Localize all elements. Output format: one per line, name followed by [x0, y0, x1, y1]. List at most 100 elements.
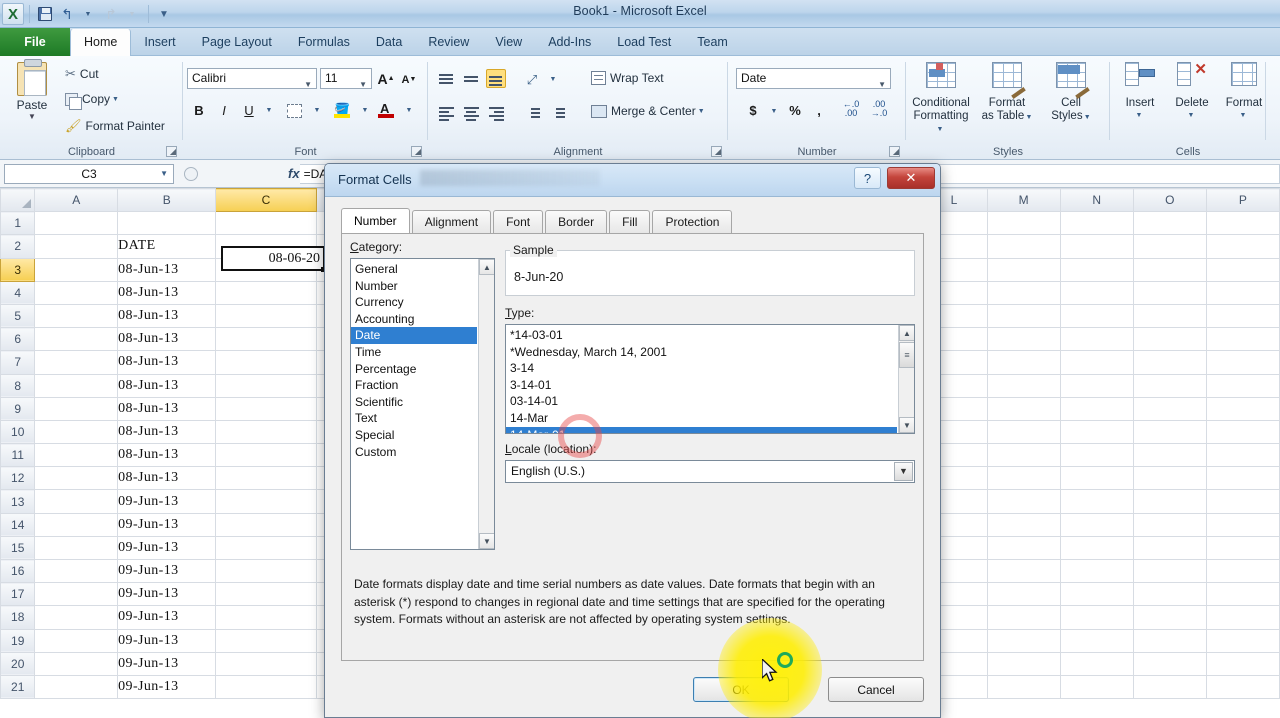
- cf-dropdown-icon[interactable]: ▼: [937, 126, 944, 133]
- category-item-scientific[interactable]: Scientific: [351, 394, 477, 411]
- cell-p10[interactable]: [1205, 419, 1280, 445]
- cell-m17[interactable]: [986, 582, 1061, 607]
- dialog-tab-alignment[interactable]: Alignment: [411, 210, 492, 234]
- type-item-1[interactable]: *Wednesday, March 14, 2001: [506, 344, 897, 361]
- cell-a17[interactable]: [34, 582, 119, 607]
- cell-b19[interactable]: 09-Jun-13: [117, 628, 217, 653]
- cell-m16[interactable]: [986, 558, 1061, 584]
- row-header-10[interactable]: 10: [0, 419, 36, 445]
- cell-p11[interactable]: [1205, 443, 1280, 468]
- cell-n3[interactable]: [1059, 257, 1134, 282]
- cell-c11[interactable]: [215, 443, 317, 468]
- cell-a15[interactable]: [34, 535, 119, 561]
- cell-a6[interactable]: [34, 327, 119, 352]
- grow-font-icon[interactable]: A ▲: [375, 68, 397, 89]
- scroll-down-icon[interactable]: ▼: [479, 533, 494, 549]
- cell-n5[interactable]: [1059, 303, 1134, 329]
- font-name-input[interactable]: Calibri ▼: [187, 68, 317, 89]
- cell-c12[interactable]: [215, 466, 317, 491]
- cell-m10[interactable]: [986, 419, 1061, 445]
- cs-dropdown-icon[interactable]: ▼: [1084, 114, 1091, 121]
- row-header-3[interactable]: 3: [0, 257, 36, 282]
- cell-c15[interactable]: [215, 535, 317, 561]
- row-header-16[interactable]: 16: [0, 558, 36, 584]
- cell-p13[interactable]: [1205, 489, 1280, 514]
- cell-c20[interactable]: [215, 651, 317, 676]
- alignment-dialog-launcher[interactable]: ◢: [711, 146, 722, 157]
- cell-m20[interactable]: [986, 651, 1061, 676]
- column-header-b[interactable]: B: [117, 188, 217, 213]
- cell-b17[interactable]: 09-Jun-13: [117, 582, 217, 607]
- cell-m9[interactable]: [986, 396, 1061, 421]
- number-format-select[interactable]: Date ▼: [736, 68, 891, 89]
- tab-team[interactable]: Team: [684, 28, 741, 56]
- row-header-12[interactable]: 12: [0, 466, 36, 491]
- cell-o11[interactable]: [1132, 443, 1207, 468]
- cell-m2[interactable]: [986, 234, 1061, 259]
- borders-icon[interactable]: [283, 100, 305, 121]
- cell-m12[interactable]: [986, 466, 1061, 491]
- insert-cells-button[interactable]: Insert ▼: [1114, 62, 1166, 122]
- cell-o7[interactable]: [1132, 350, 1207, 375]
- tab-insert[interactable]: Insert: [131, 28, 188, 56]
- cell-n12[interactable]: [1059, 466, 1134, 491]
- cell-c21[interactable]: [215, 674, 317, 700]
- cell-c4[interactable]: [215, 280, 317, 305]
- cell-p17[interactable]: [1205, 582, 1280, 607]
- category-item-percentage[interactable]: Percentage: [351, 361, 477, 378]
- cell-a20[interactable]: [34, 651, 119, 676]
- cell-o19[interactable]: [1132, 628, 1207, 653]
- cell-b12[interactable]: 08-Jun-13: [117, 466, 217, 491]
- cell-o14[interactable]: [1132, 512, 1207, 537]
- select-all-corner[interactable]: [0, 188, 36, 213]
- cell-n18[interactable]: [1059, 605, 1134, 630]
- cell-p21[interactable]: [1205, 674, 1280, 700]
- text-orientation-dropdown-icon[interactable]: ▼: [544, 70, 564, 89]
- row-header-11[interactable]: 11: [0, 443, 36, 468]
- cell-o5[interactable]: [1132, 303, 1207, 329]
- tab-load-test[interactable]: Load Test: [604, 28, 684, 56]
- cell-a8[interactable]: [34, 373, 119, 398]
- type-scrollbar[interactable]: ▲ ≡ ▼: [898, 325, 914, 433]
- cell-m19[interactable]: [986, 628, 1061, 653]
- cell-a16[interactable]: [34, 558, 119, 584]
- type-item-4[interactable]: 03-14-01: [506, 393, 897, 410]
- cell-o21[interactable]: [1132, 674, 1207, 700]
- cell-c8[interactable]: [215, 373, 317, 398]
- cell-b20[interactable]: 09-Jun-13: [117, 651, 217, 676]
- fill-color-icon[interactable]: 🪣: [331, 99, 353, 120]
- cell-b10[interactable]: 08-Jun-13: [117, 419, 217, 445]
- category-item-time[interactable]: Time: [351, 344, 477, 361]
- cell-a18[interactable]: [34, 605, 119, 630]
- category-listbox[interactable]: General Number Currency Accounting Date Time P…: [350, 258, 495, 550]
- row-header-20[interactable]: 20: [0, 651, 36, 676]
- type-item-6[interactable]: 14-Mar-01: [506, 426, 897, 433]
- category-item-accounting[interactable]: Accounting: [351, 311, 477, 328]
- name-box[interactable]: C3 ▼: [4, 163, 174, 184]
- cancel-button[interactable]: Cancel: [828, 677, 924, 702]
- tab-view[interactable]: View: [482, 28, 535, 56]
- close-icon[interactable]: ✕: [887, 167, 935, 189]
- category-scrollbar[interactable]: ▲ ▼: [478, 259, 494, 549]
- font-size-dropdown-icon[interactable]: ▼: [359, 75, 367, 94]
- cell-m18[interactable]: [986, 605, 1061, 630]
- cell-c9[interactable]: [215, 396, 317, 421]
- cell-n15[interactable]: [1059, 535, 1134, 561]
- locale-select[interactable]: English (U.S.) ▼: [505, 460, 915, 483]
- dialog-tab-number[interactable]: Number: [341, 208, 410, 234]
- row-header-13[interactable]: 13: [0, 489, 36, 514]
- cell-m8[interactable]: [986, 373, 1061, 398]
- cell-b11[interactable]: 08-Jun-13: [117, 443, 217, 468]
- text-orientation-icon[interactable]: ⤢: [522, 70, 542, 89]
- cell-m4[interactable]: [986, 280, 1061, 305]
- tab-page-layout[interactable]: Page Layout: [189, 28, 285, 56]
- locale-dropdown-icon[interactable]: ▼: [894, 462, 913, 481]
- font-color-icon[interactable]: A: [375, 99, 397, 120]
- cell-b3[interactable]: 08-Jun-13: [117, 257, 217, 282]
- cell-m15[interactable]: [986, 535, 1061, 561]
- cell-c7[interactable]: [215, 350, 317, 375]
- cell-b13[interactable]: 09-Jun-13: [117, 489, 217, 514]
- number-dialog-launcher[interactable]: ◢: [889, 146, 900, 157]
- row-header-5[interactable]: 5: [0, 303, 36, 329]
- row-header-14[interactable]: 14: [0, 512, 36, 537]
